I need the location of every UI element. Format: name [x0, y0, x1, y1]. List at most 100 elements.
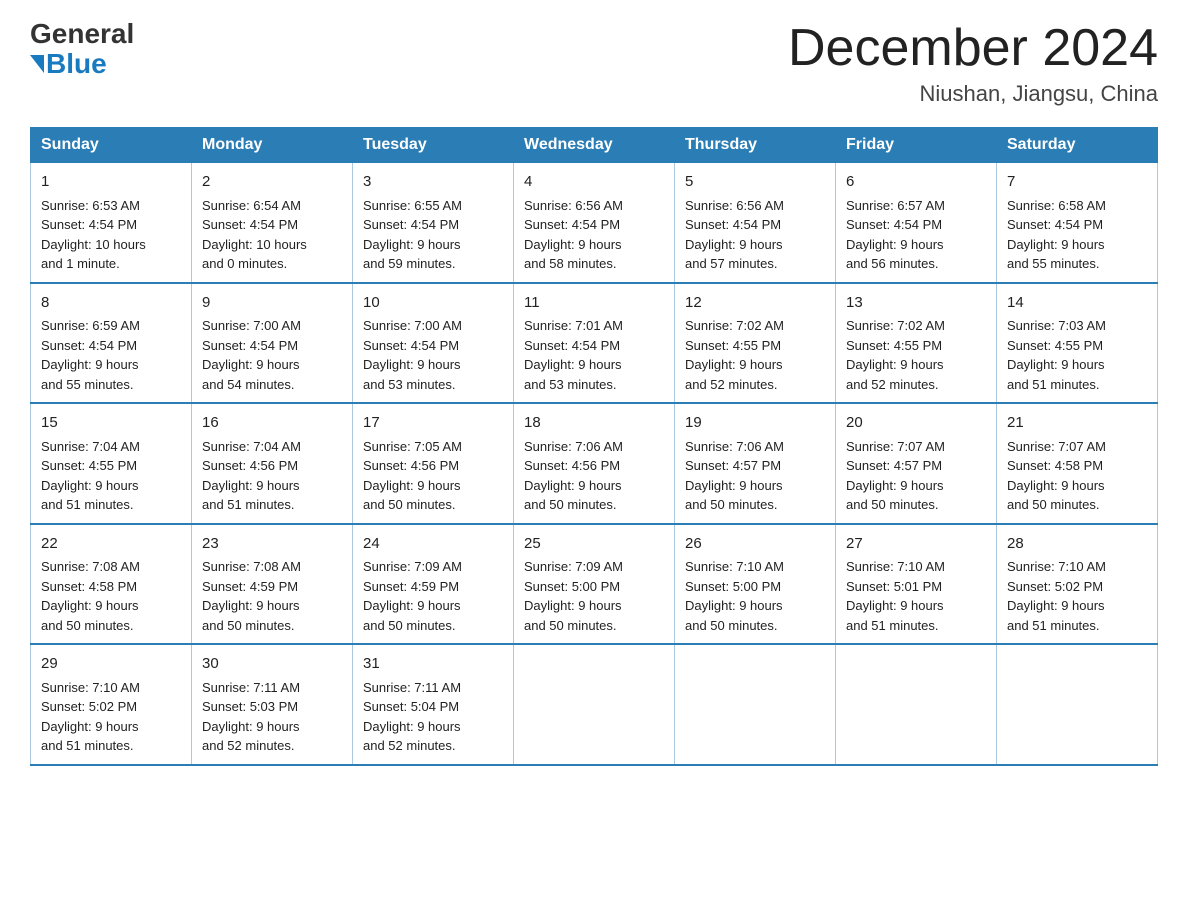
calendar-cell [997, 644, 1158, 765]
calendar-cell [836, 644, 997, 765]
day-number: 29 [41, 653, 181, 676]
calendar-cell: 12 Sunrise: 7:02 AMSunset: 4:55 PMDaylig… [675, 283, 836, 404]
logo-general-text: General [30, 20, 134, 48]
logo-triangle-icon [30, 55, 44, 73]
day-info: Sunrise: 7:10 AMSunset: 5:01 PMDaylight:… [846, 559, 945, 633]
day-number: 6 [846, 171, 986, 194]
day-info: Sunrise: 7:04 AMSunset: 4:56 PMDaylight:… [202, 439, 301, 513]
day-number: 14 [1007, 292, 1147, 315]
day-info: Sunrise: 7:06 AMSunset: 4:57 PMDaylight:… [685, 439, 784, 513]
calendar-table: Sunday Monday Tuesday Wednesday Thursday… [30, 127, 1158, 766]
day-number: 16 [202, 412, 342, 435]
day-info: Sunrise: 7:09 AMSunset: 5:00 PMDaylight:… [524, 559, 623, 633]
calendar-cell: 5 Sunrise: 6:56 AMSunset: 4:54 PMDayligh… [675, 163, 836, 283]
calendar-week-row: 8 Sunrise: 6:59 AMSunset: 4:54 PMDayligh… [31, 283, 1158, 404]
calendar-cell: 26 Sunrise: 7:10 AMSunset: 5:00 PMDaylig… [675, 524, 836, 645]
calendar-cell: 3 Sunrise: 6:55 AMSunset: 4:54 PMDayligh… [353, 163, 514, 283]
day-info: Sunrise: 7:07 AMSunset: 4:58 PMDaylight:… [1007, 439, 1106, 513]
calendar-cell: 7 Sunrise: 6:58 AMSunset: 4:54 PMDayligh… [997, 163, 1158, 283]
calendar-week-row: 1 Sunrise: 6:53 AMSunset: 4:54 PMDayligh… [31, 163, 1158, 283]
day-info: Sunrise: 6:56 AMSunset: 4:54 PMDaylight:… [524, 198, 623, 272]
day-number: 28 [1007, 533, 1147, 556]
day-number: 2 [202, 171, 342, 194]
calendar-cell: 2 Sunrise: 6:54 AMSunset: 4:54 PMDayligh… [192, 163, 353, 283]
logo: General Blue [30, 20, 134, 80]
day-number: 19 [685, 412, 825, 435]
day-info: Sunrise: 7:10 AMSunset: 5:00 PMDaylight:… [685, 559, 784, 633]
calendar-cell: 28 Sunrise: 7:10 AMSunset: 5:02 PMDaylig… [997, 524, 1158, 645]
calendar-cell: 13 Sunrise: 7:02 AMSunset: 4:55 PMDaylig… [836, 283, 997, 404]
calendar-cell: 31 Sunrise: 7:11 AMSunset: 5:04 PMDaylig… [353, 644, 514, 765]
day-info: Sunrise: 7:10 AMSunset: 5:02 PMDaylight:… [41, 680, 140, 754]
header-tuesday: Tuesday [353, 128, 514, 163]
day-info: Sunrise: 7:05 AMSunset: 4:56 PMDaylight:… [363, 439, 462, 513]
calendar-cell: 1 Sunrise: 6:53 AMSunset: 4:54 PMDayligh… [31, 163, 192, 283]
day-number: 3 [363, 171, 503, 194]
day-info: Sunrise: 7:03 AMSunset: 4:55 PMDaylight:… [1007, 318, 1106, 392]
day-info: Sunrise: 6:56 AMSunset: 4:54 PMDaylight:… [685, 198, 784, 272]
day-info: Sunrise: 7:11 AMSunset: 5:04 PMDaylight:… [363, 680, 461, 754]
calendar-cell: 6 Sunrise: 6:57 AMSunset: 4:54 PMDayligh… [836, 163, 997, 283]
calendar-cell: 30 Sunrise: 7:11 AMSunset: 5:03 PMDaylig… [192, 644, 353, 765]
day-info: Sunrise: 6:53 AMSunset: 4:54 PMDaylight:… [41, 198, 146, 272]
calendar-cell: 16 Sunrise: 7:04 AMSunset: 4:56 PMDaylig… [192, 403, 353, 524]
day-info: Sunrise: 7:02 AMSunset: 4:55 PMDaylight:… [685, 318, 784, 392]
day-number: 11 [524, 292, 664, 315]
day-number: 4 [524, 171, 664, 194]
calendar-body: 1 Sunrise: 6:53 AMSunset: 4:54 PMDayligh… [31, 163, 1158, 765]
day-number: 23 [202, 533, 342, 556]
day-number: 8 [41, 292, 181, 315]
calendar-cell [514, 644, 675, 765]
day-number: 24 [363, 533, 503, 556]
calendar-cell: 27 Sunrise: 7:10 AMSunset: 5:01 PMDaylig… [836, 524, 997, 645]
day-info: Sunrise: 6:58 AMSunset: 4:54 PMDaylight:… [1007, 198, 1106, 272]
day-number: 7 [1007, 171, 1147, 194]
calendar-cell: 10 Sunrise: 7:00 AMSunset: 4:54 PMDaylig… [353, 283, 514, 404]
calendar-cell: 21 Sunrise: 7:07 AMSunset: 4:58 PMDaylig… [997, 403, 1158, 524]
logo-blue-text: Blue [30, 48, 107, 80]
header-wednesday: Wednesday [514, 128, 675, 163]
day-info: Sunrise: 7:08 AMSunset: 4:58 PMDaylight:… [41, 559, 140, 633]
header-monday: Monday [192, 128, 353, 163]
day-number: 26 [685, 533, 825, 556]
title-block: December 2024 Niushan, Jiangsu, China [788, 20, 1158, 107]
day-number: 20 [846, 412, 986, 435]
calendar-week-row: 15 Sunrise: 7:04 AMSunset: 4:55 PMDaylig… [31, 403, 1158, 524]
header-sunday: Sunday [31, 128, 192, 163]
calendar-header: Sunday Monday Tuesday Wednesday Thursday… [31, 128, 1158, 163]
day-info: Sunrise: 6:54 AMSunset: 4:54 PMDaylight:… [202, 198, 307, 272]
calendar-week-row: 29 Sunrise: 7:10 AMSunset: 5:02 PMDaylig… [31, 644, 1158, 765]
day-info: Sunrise: 7:04 AMSunset: 4:55 PMDaylight:… [41, 439, 140, 513]
calendar-cell [675, 644, 836, 765]
day-number: 13 [846, 292, 986, 315]
calendar-cell: 23 Sunrise: 7:08 AMSunset: 4:59 PMDaylig… [192, 524, 353, 645]
day-info: Sunrise: 6:57 AMSunset: 4:54 PMDaylight:… [846, 198, 945, 272]
day-number: 31 [363, 653, 503, 676]
day-number: 30 [202, 653, 342, 676]
day-info: Sunrise: 7:10 AMSunset: 5:02 PMDaylight:… [1007, 559, 1106, 633]
day-info: Sunrise: 7:07 AMSunset: 4:57 PMDaylight:… [846, 439, 945, 513]
day-number: 5 [685, 171, 825, 194]
day-info: Sunrise: 7:09 AMSunset: 4:59 PMDaylight:… [363, 559, 462, 633]
location-subtitle: Niushan, Jiangsu, China [788, 81, 1158, 107]
day-number: 12 [685, 292, 825, 315]
calendar-cell: 4 Sunrise: 6:56 AMSunset: 4:54 PMDayligh… [514, 163, 675, 283]
calendar-cell: 29 Sunrise: 7:10 AMSunset: 5:02 PMDaylig… [31, 644, 192, 765]
month-title: December 2024 [788, 20, 1158, 77]
calendar-cell: 25 Sunrise: 7:09 AMSunset: 5:00 PMDaylig… [514, 524, 675, 645]
header-saturday: Saturday [997, 128, 1158, 163]
calendar-cell: 18 Sunrise: 7:06 AMSunset: 4:56 PMDaylig… [514, 403, 675, 524]
day-info: Sunrise: 7:00 AMSunset: 4:54 PMDaylight:… [363, 318, 462, 392]
day-info: Sunrise: 6:59 AMSunset: 4:54 PMDaylight:… [41, 318, 140, 392]
day-info: Sunrise: 7:11 AMSunset: 5:03 PMDaylight:… [202, 680, 300, 754]
weekday-header-row: Sunday Monday Tuesday Wednesday Thursday… [31, 128, 1158, 163]
calendar-cell: 11 Sunrise: 7:01 AMSunset: 4:54 PMDaylig… [514, 283, 675, 404]
day-info: Sunrise: 6:55 AMSunset: 4:54 PMDaylight:… [363, 198, 462, 272]
day-number: 22 [41, 533, 181, 556]
header-thursday: Thursday [675, 128, 836, 163]
day-number: 18 [524, 412, 664, 435]
day-number: 21 [1007, 412, 1147, 435]
day-number: 1 [41, 171, 181, 194]
calendar-cell: 20 Sunrise: 7:07 AMSunset: 4:57 PMDaylig… [836, 403, 997, 524]
day-info: Sunrise: 7:06 AMSunset: 4:56 PMDaylight:… [524, 439, 623, 513]
